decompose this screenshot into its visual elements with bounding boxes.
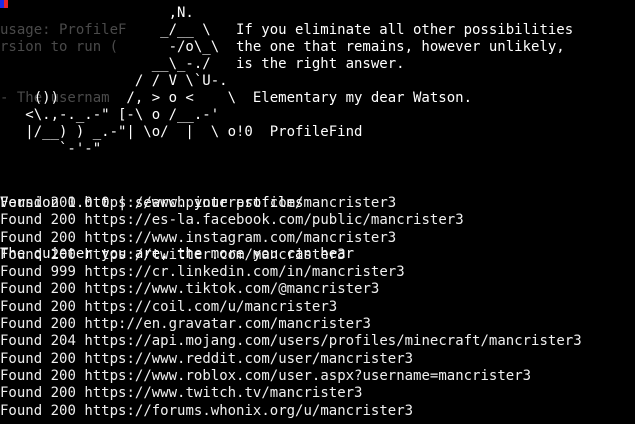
- status-label: Found: [0, 195, 43, 211]
- status-label: Found: [0, 385, 43, 402]
- status-code: 200: [50, 281, 76, 298]
- result-line: Found 200 http://en.gravatar.com/mancris…: [0, 316, 582, 333]
- status-label: Found: [0, 350, 43, 367]
- profile-url: https://forums.whonix.org/u/mancrister3: [84, 402, 414, 419]
- status-code: 200: [50, 350, 76, 367]
- terminal-window[interactable]: usage: ProfileF rsion to run ( - The use…: [0, 0, 635, 424]
- status-label: Found: [0, 212, 43, 229]
- profile-url: https://twitter.com/mancrister3: [84, 246, 346, 263]
- result-line: Found 200 https://www.twitch.tv/mancrist…: [0, 385, 582, 402]
- status-code: 204: [50, 333, 76, 350]
- result-line: Found 200 https://www.pinterest.com/manc…: [0, 195, 582, 212]
- status-code: 200: [50, 229, 76, 246]
- profile-url: https://www.twitch.tv/mancrister3: [84, 385, 363, 402]
- status-code: 200: [50, 298, 76, 315]
- result-line: Found 200 https://forums.whonix.org/u/ma…: [0, 403, 582, 420]
- profile-url: https://www.roblox.com/user.aspx?usernam…: [84, 367, 532, 384]
- result-line: Found 200 https://es-la.facebook.com/pub…: [0, 212, 582, 229]
- status-code: 200: [50, 367, 76, 384]
- status-code: 200: [50, 212, 76, 229]
- profile-url: https://es-la.facebook.com/public/mancri…: [84, 212, 464, 229]
- profile-url: https://www.instagram.com/mancrister3: [84, 229, 397, 246]
- result-line: Found 200 https://twitter.com/mancrister…: [0, 247, 582, 264]
- result-line: Found 200 https://www.tiktok.com/@mancri…: [0, 281, 582, 298]
- status-label: Found: [0, 264, 43, 281]
- result-line: Found 200 https://www.instagram.com/manc…: [0, 230, 582, 247]
- profile-url: https://www.reddit.com/user/mancrister3: [84, 350, 414, 367]
- result-line: Found 200 https://www.reddit.com/user/ma…: [0, 351, 582, 368]
- status-code: 200: [50, 402, 76, 419]
- status-label: Found: [0, 298, 43, 315]
- status-code: 999: [50, 264, 76, 281]
- profile-url: https://coil.com/u/mancrister3: [84, 298, 338, 315]
- profile-url: https://cr.linkedin.com/in/mancrister3: [84, 264, 405, 281]
- status-code: 200: [50, 246, 76, 263]
- profile-url: https://api.mojang.com/users/profiles/mi…: [84, 333, 582, 350]
- status-code: 200: [50, 316, 76, 333]
- result-line: Found 200 https://coil.com/u/mancrister3: [0, 299, 582, 316]
- status-label: Found: [0, 229, 43, 246]
- profile-url: http://en.gravatar.com/mancrister3: [84, 316, 371, 333]
- result-line: Found 999 https://cr.linkedin.com/in/man…: [0, 264, 582, 281]
- result-line: Found 204 https://api.mojang.com/users/p…: [0, 333, 582, 350]
- result-line: Found 200 https://www.roblox.com/user.as…: [0, 368, 582, 385]
- status-code: 200: [50, 385, 76, 402]
- profile-url: https://www.pinterest.com/mancrister3: [84, 195, 397, 211]
- status-label: Found: [0, 281, 43, 298]
- results-list: Found 200 https://www.pinterest.com/manc…: [0, 195, 582, 420]
- status-label: Found: [0, 333, 43, 350]
- ascii-banner: ,N. _/__ \ If you eliminate all other po…: [25, 5, 574, 157]
- status-label: Found: [0, 367, 43, 384]
- status-label: Found: [0, 402, 43, 419]
- profile-url: https://www.tiktok.com/@mancrister3: [84, 281, 380, 298]
- status-label: Found: [0, 316, 43, 333]
- status-label: Found: [0, 246, 43, 263]
- status-code: 200: [50, 195, 76, 211]
